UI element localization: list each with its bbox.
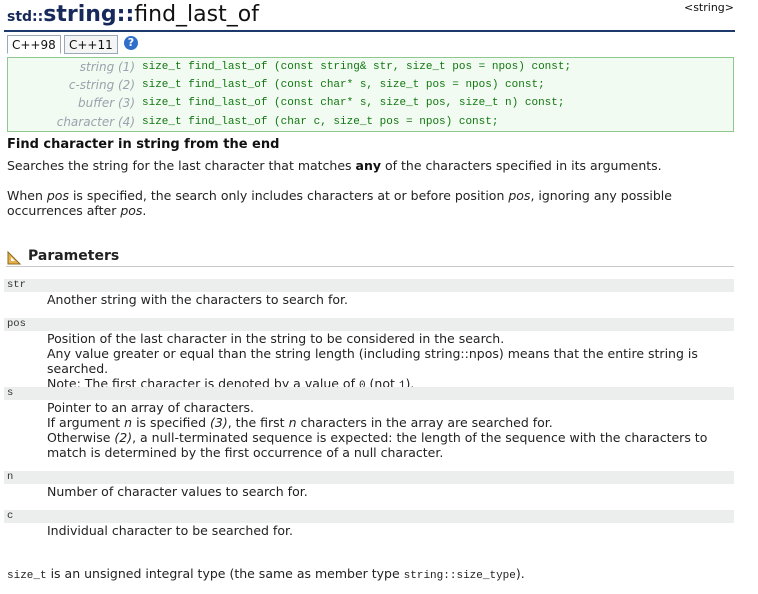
desc-line: Position of the last character in the st… xyxy=(47,331,505,346)
description-heading: Find character in string from the end xyxy=(7,137,280,152)
title-divider xyxy=(4,30,735,32)
description-paragraph-2: When pos is specified, the search only i… xyxy=(7,188,737,218)
ruler-triangle-icon xyxy=(7,250,22,265)
type-name: size_t xyxy=(7,570,47,582)
param-ref-pos: pos xyxy=(120,203,143,218)
text-run: , a null-terminated sequence is expected… xyxy=(47,430,708,460)
declaration-code: size_t find_last_of (const char* s, size… xyxy=(142,97,565,109)
text-run: Searches the string for the last charact… xyxy=(7,158,356,173)
description-paragraph-1: Searches the string for the last charact… xyxy=(7,158,737,173)
scope-separator: :: xyxy=(116,2,135,27)
size-type-note: size_t is an unsigned integral type (the… xyxy=(7,566,525,584)
desc-line: Any value greater or equal than the stri… xyxy=(47,346,698,376)
param-name-c: c xyxy=(4,510,734,523)
text-run: If argument xyxy=(47,415,125,430)
text-run: When xyxy=(7,188,47,203)
desc-line: Pointer to an array of characters. xyxy=(47,400,255,415)
declaration-row: c-string (2) size_t find_last_of (const … xyxy=(8,76,733,94)
text-run: of the characters specified in its argum… xyxy=(381,158,662,173)
param-desc-pos: Position of the last character in the st… xyxy=(47,331,737,394)
param-ref-pos: pos xyxy=(46,188,69,203)
param-ref-pos: pos xyxy=(508,188,531,203)
declaration-code: size_t find_last_of (char c, size_t pos … xyxy=(142,116,499,128)
declarations-box: string (1) size_t find_last_of (const st… xyxy=(7,57,734,132)
declaration-code: size_t find_last_of (const string& str, … xyxy=(142,61,572,73)
declaration-label: string (1) xyxy=(79,60,135,74)
tab-cpp98[interactable]: C++98 xyxy=(7,35,61,54)
param-desc-n: Number of character values to search for… xyxy=(47,484,308,499)
declaration-row: character (4) size_t find_last_of (char … xyxy=(8,113,733,131)
param-desc-s: Pointer to an array of characters. If ar… xyxy=(47,400,737,460)
namespace-label: std:: xyxy=(7,9,44,25)
declaration-row: string (1) size_t find_last_of (const st… xyxy=(8,58,733,76)
param-desc-str: Another string with the characters to se… xyxy=(47,292,348,307)
declaration-label: character (4) xyxy=(56,115,135,129)
parameters-divider xyxy=(6,266,734,267)
param-ref-n: n xyxy=(288,415,297,430)
page-title: std::string::find_last_of xyxy=(7,0,259,30)
tab-cpp11[interactable]: C++11 xyxy=(64,35,118,54)
overload-ref: (3) xyxy=(210,415,228,430)
param-name-pos: pos xyxy=(4,318,734,331)
type-name[interactable]: string::size_type xyxy=(404,570,516,582)
header-reference-link[interactable]: <string> xyxy=(684,1,734,14)
text-run: characters in the array are searched for… xyxy=(296,415,553,430)
param-name-n: n xyxy=(4,471,734,484)
overload-ref: (2) xyxy=(114,430,133,445)
param-desc-c: Individual character to be searched for. xyxy=(47,523,293,538)
class-name[interactable]: string xyxy=(43,2,116,27)
param-name-str: str xyxy=(4,279,734,292)
desc-line: Otherwise (2), a null-terminated sequenc… xyxy=(47,430,737,460)
parameters-heading: Parameters xyxy=(28,248,120,264)
desc-line: If argument n is specified (3), the firs… xyxy=(47,415,737,430)
text-run: is specified xyxy=(132,415,210,430)
param-ref-n: n xyxy=(124,415,133,430)
param-name-s: s xyxy=(4,387,734,400)
declaration-label: buffer (3) xyxy=(77,96,135,110)
declaration-row: buffer (3) size_t find_last_of (const ch… xyxy=(8,94,733,112)
declaration-label: c-string (2) xyxy=(68,78,135,92)
text-run: is specified, the search only includes c… xyxy=(68,188,509,203)
text-run: ). xyxy=(515,566,525,581)
help-circle-icon[interactable]: ? xyxy=(124,36,138,50)
text-run: . xyxy=(142,203,147,218)
function-name: find_last_of xyxy=(134,2,259,27)
text-run: , the first xyxy=(227,415,289,430)
declaration-code: size_t find_last_of (const char* s, size… xyxy=(142,79,545,91)
text-run: is an unsigned integral type (the same a… xyxy=(46,566,404,581)
emphasis-any: any xyxy=(355,158,382,173)
text-run: Otherwise xyxy=(47,430,115,445)
